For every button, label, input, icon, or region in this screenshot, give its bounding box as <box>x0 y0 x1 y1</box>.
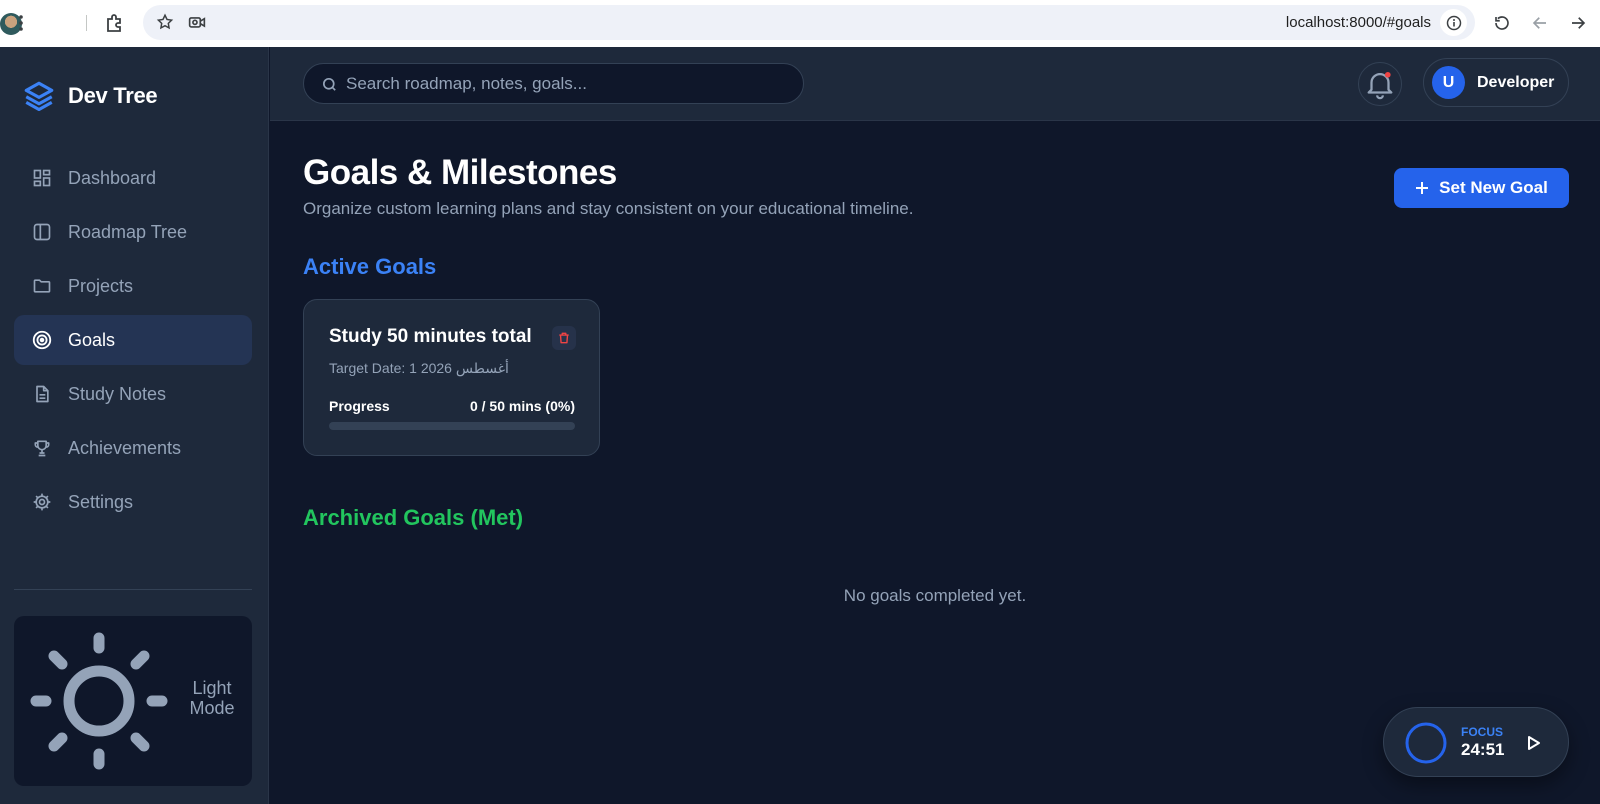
sidebar-item-goals[interactable]: Goals <box>14 315 252 365</box>
search-box[interactable] <box>303 63 804 104</box>
bookmark-star-icon[interactable] <box>152 9 178 35</box>
sidebar-divider <box>14 589 252 590</box>
browser-toolbar: localhost:8000/#goals <box>0 0 1600 47</box>
sidebar-item-label: Goals <box>68 329 116 350</box>
page-title: Goals & Milestones <box>303 153 617 192</box>
trophy-icon <box>30 436 54 460</box>
archived-goals-heading: Archived Goals (Met) <box>303 505 524 530</box>
progress-label: Progress <box>329 398 390 414</box>
active-goals-heading: Active Goals <box>303 254 437 279</box>
address-bar[interactable]: localhost:8000/#goals <box>143 5 1475 40</box>
layers-icon <box>24 81 54 112</box>
plus-icon <box>1416 182 1429 194</box>
sidebar-nav: Dashboard Roadmap Tree Projects Goals St… <box>14 153 252 531</box>
columns-icon <box>30 220 54 244</box>
sidebar-item-label: Roadmap Tree <box>68 221 188 242</box>
sidebar: Dev Tree Dashboard Roadmap Tree Projects… <box>0 47 269 804</box>
sidebar-item-projects[interactable]: Projects <box>14 261 252 311</box>
sidebar-item-label: Achievements <box>68 437 182 458</box>
play-button[interactable] <box>1522 731 1546 755</box>
sidebar-item-roadmap-tree[interactable]: Roadmap Tree <box>14 207 252 257</box>
sidebar-item-label: Projects <box>68 275 134 296</box>
sun-icon <box>30 632 168 770</box>
page-subtitle: Organize custom learning plans and stay … <box>303 199 914 218</box>
brand-name: Dev Tree <box>68 83 158 108</box>
target-icon <box>30 328 54 352</box>
folder-icon <box>30 274 54 298</box>
gear-icon <box>30 490 54 514</box>
camera-blocked-icon[interactable] <box>184 9 210 35</box>
play-icon <box>1528 736 1540 750</box>
set-new-goal-button[interactable]: Set New Goal <box>1394 168 1569 208</box>
search-input[interactable] <box>346 64 786 103</box>
goal-target-date: Target Date: 1 أغسطس 2026 <box>329 360 509 376</box>
dashboard-icon <box>30 166 54 190</box>
sidebar-item-dashboard[interactable]: Dashboard <box>14 153 252 203</box>
back-arrow-icon[interactable] <box>1527 10 1553 36</box>
delete-goal-button[interactable] <box>552 326 576 350</box>
sidebar-item-settings[interactable]: Settings <box>14 477 252 527</box>
sidebar-item-label: Dashboard <box>68 167 157 188</box>
theme-toggle-button[interactable]: Light Mode <box>14 616 252 786</box>
user-menu-button[interactable]: U Developer <box>1423 58 1569 107</box>
focus-time: 24:51 <box>1461 740 1505 759</box>
focus-label: FOCUS <box>1461 725 1503 739</box>
url-text: localhost:8000/#goals <box>1285 14 1431 31</box>
avatar: U <box>1432 66 1465 99</box>
progress-bar <box>329 422 575 430</box>
extensions-icon[interactable] <box>101 10 127 36</box>
sidebar-item-achievements[interactable]: Achievements <box>14 423 252 473</box>
notifications-button[interactable] <box>1358 62 1402 106</box>
set-new-goal-label: Set New Goal <box>1439 178 1548 197</box>
forward-arrow-icon[interactable] <box>1565 10 1591 36</box>
user-name: Developer <box>1477 74 1555 91</box>
focus-progress-ring-icon <box>1405 722 1447 764</box>
goal-title: Study 50 minutes total <box>329 326 532 347</box>
kebab-menu-icon[interactable] <box>8 10 34 36</box>
search-icon <box>322 77 336 91</box>
progress-value: 0 / 50 mins (0%) <box>469 398 575 414</box>
top-header: U Developer <box>270 47 1600 121</box>
sidebar-item-study-notes[interactable]: Study Notes <box>14 369 252 419</box>
sidebar-item-label: Study Notes <box>68 383 167 404</box>
bell-icon <box>1367 71 1393 100</box>
sidebar-item-label: Settings <box>68 491 134 512</box>
focus-timer-widget[interactable]: FOCUS 24:51 <box>1383 707 1569 777</box>
brand-logo[interactable]: Dev Tree <box>22 79 158 113</box>
trash-icon <box>559 332 569 344</box>
theme-toggle-label: Light Mode <box>189 678 235 718</box>
archived-empty-message: No goals completed yet. <box>843 586 1027 605</box>
goal-card: Study 50 minutes total Target Date: 1 أغ… <box>303 299 600 456</box>
reload-icon[interactable] <box>1489 10 1515 36</box>
document-icon <box>30 382 54 406</box>
toolbar-divider <box>86 15 87 31</box>
site-info-icon[interactable] <box>1440 9 1467 36</box>
